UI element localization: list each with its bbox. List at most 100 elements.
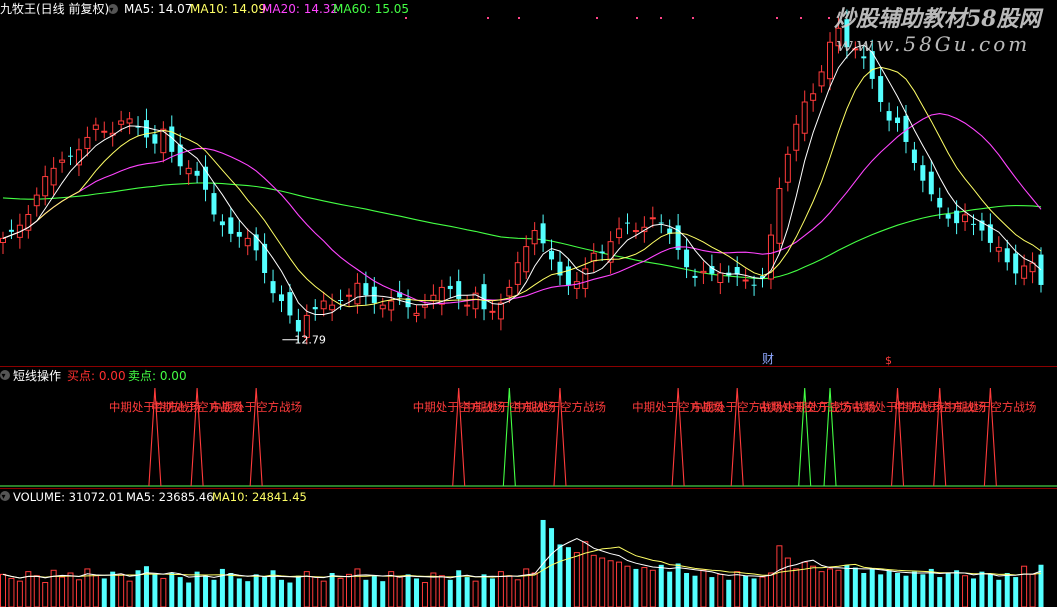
grid-dot [636, 17, 638, 19]
volume-bar-down [203, 575, 209, 607]
volume-bar-up [421, 582, 428, 607]
candle-body-up [573, 281, 580, 289]
candle-body-down [1004, 248, 1010, 263]
volume-ma5-legend: MA5: 23685.46 [126, 490, 214, 504]
volume-bar-up [59, 576, 66, 607]
volume-bar-up [835, 569, 842, 607]
candle-body-down [886, 111, 892, 121]
candle-body-down [895, 117, 901, 124]
grid-dot [596, 17, 598, 19]
volume-bar-up [160, 577, 167, 607]
candle-body-up [776, 188, 783, 244]
candle-body-down [312, 307, 318, 310]
volume-bar-down [549, 528, 555, 607]
volume-bar-down [970, 578, 976, 607]
candle-body-down [143, 120, 149, 138]
grid-dot [800, 17, 802, 19]
candle-body-up [346, 294, 352, 297]
candle-body-up [33, 194, 40, 207]
volume-bar-down [152, 574, 158, 607]
watermark: 炒股辅助教材58股网 www.58Gu.com [834, 6, 1044, 56]
candle-body-up [582, 268, 589, 289]
grid-dot [660, 17, 662, 19]
candle-body-up [42, 176, 49, 197]
volume-bar-up [346, 573, 352, 607]
volume-bar-up [396, 576, 403, 607]
buy-legend: 买点: 0.00 [67, 369, 126, 383]
volume-bar-down [278, 579, 284, 607]
main-header-toggle[interactable]: ▾ [108, 4, 118, 14]
signal-header-toggle-icon: ▾ [2, 371, 6, 380]
volume-bar-down [667, 571, 673, 607]
volume-bar-up [759, 576, 766, 607]
candle-body-up [84, 136, 91, 149]
ma20-legend: MA20: 14.32 [262, 2, 338, 16]
signal-header-toggle[interactable]: ▾ [0, 370, 10, 380]
volume-bar-down [979, 571, 985, 607]
low-price-label: 12.79 [294, 334, 326, 347]
candle-body-down [970, 223, 976, 225]
volume-bar-up [92, 575, 99, 607]
volume-bar-up [573, 552, 580, 607]
volume-bar-down [692, 575, 698, 607]
candle-body-up [430, 294, 437, 302]
volume-bar-up [649, 569, 656, 607]
candle-body-down [658, 222, 664, 224]
volume-bar-down [861, 573, 867, 607]
signal-label: 中期处于空方战场 [514, 400, 606, 414]
candle-body-up [320, 300, 327, 310]
candle-body-up [717, 272, 724, 284]
volume-bar-down [557, 544, 563, 607]
volume-bar-up [616, 561, 623, 607]
candle-body-down [599, 251, 605, 254]
candle-body-down [270, 281, 276, 294]
candle-body-down [911, 149, 917, 163]
volume-bar-down [1004, 573, 1010, 607]
volume-bar-down [287, 582, 293, 607]
candle-body-down [540, 223, 546, 244]
candle-body-up [92, 124, 99, 130]
volume-header-toggle-icon: ▾ [2, 492, 6, 501]
volume-bar-up [531, 572, 538, 607]
candle-body-up [590, 252, 597, 262]
volume-bar-down [1013, 577, 1019, 607]
volume-bar-up [514, 579, 521, 607]
candle-body-down [278, 294, 284, 302]
volume-bar-up [767, 572, 774, 607]
candle-body-down [920, 165, 926, 181]
candle-body-down [177, 144, 183, 167]
grid-dot [776, 17, 778, 19]
volume-bar-down [186, 582, 192, 607]
volume-bar-down [329, 573, 335, 607]
candle-body-down [878, 76, 884, 102]
volume-bar-down [878, 574, 884, 607]
candle-body-up [101, 130, 108, 133]
volume-bar-down [414, 578, 420, 607]
volume-bar-up [624, 565, 631, 607]
candle-body-down [549, 250, 555, 260]
candle-body-up [514, 262, 521, 285]
volume-bar-down [228, 573, 234, 607]
volume-bar-up [607, 560, 614, 607]
volume-bar-up [641, 567, 648, 607]
volume-bar-down [937, 577, 943, 607]
volume-bar-up [118, 573, 125, 607]
watermark-line-1: 炒股辅助教材58股网 [834, 6, 1044, 32]
candle-body-down [1013, 253, 1019, 274]
candle-body-up [421, 304, 428, 308]
candle-body-down [692, 275, 698, 278]
volume-bar-down [565, 547, 571, 607]
volume-bar-up [8, 577, 15, 607]
volume-bar-down [996, 579, 1002, 607]
volume-header-toggle[interactable]: ▾ [0, 491, 10, 501]
volume-bar-up [67, 572, 74, 607]
volume-bar-down [844, 564, 850, 607]
volume-bar-down [211, 579, 217, 607]
volume-bar-down [464, 577, 470, 607]
candle-body-down [684, 249, 690, 268]
volume-bar-up [793, 568, 800, 607]
candle-body-down [363, 283, 369, 296]
volume-bar-up [0, 573, 6, 607]
volume-bar-down [481, 574, 487, 607]
candle-body-up [962, 214, 969, 223]
